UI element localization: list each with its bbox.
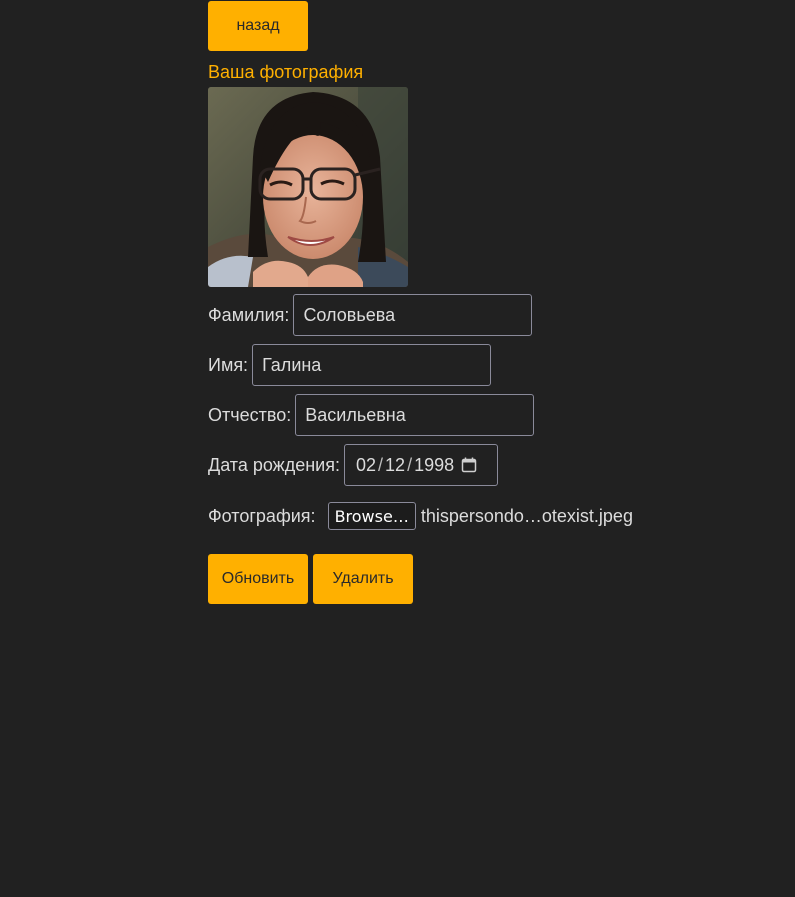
birth-date-label: Дата рождения: bbox=[208, 454, 340, 475]
birth-year[interactable]: 1998 bbox=[414, 455, 454, 476]
first-name-row: Имя: Галина bbox=[208, 344, 492, 386]
update-button[interactable]: Обновить bbox=[208, 554, 308, 604]
last-name-row: Фамилия: Соловьева bbox=[208, 294, 533, 336]
first-name-label: Имя: bbox=[208, 354, 249, 375]
first-name-input[interactable]: Галина bbox=[252, 344, 492, 386]
patronymic-row: Отчество: Васильевна bbox=[208, 394, 535, 436]
photo-upload-row: Фотография: Browse… thispersondo…otexist… bbox=[208, 502, 633, 530]
patronymic-label: Отчество: bbox=[208, 404, 292, 425]
photo-upload-label: Фотография: bbox=[208, 505, 316, 526]
patronymic-input[interactable]: Васильевна bbox=[295, 394, 535, 436]
profile-photo bbox=[208, 87, 408, 287]
calendar-icon[interactable] bbox=[461, 457, 477, 473]
profile-photo-image bbox=[208, 87, 408, 287]
date-separator: / bbox=[378, 454, 384, 475]
birth-date-row: Дата рождения: 02 / 12 / 1998 bbox=[208, 444, 498, 486]
date-separator: / bbox=[407, 454, 413, 475]
birth-date-input[interactable]: 02 / 12 / 1998 bbox=[343, 444, 498, 486]
last-name-input[interactable]: Соловьева bbox=[293, 294, 533, 336]
last-name-label: Фамилия: bbox=[208, 304, 290, 325]
selected-file-name: thispersondo…otexist.jpeg bbox=[420, 505, 633, 526]
birth-day[interactable]: 12 bbox=[385, 455, 405, 476]
back-button[interactable]: назад bbox=[208, 1, 308, 51]
photo-heading: Ваша фотография bbox=[208, 62, 364, 82]
birth-month[interactable]: 02 bbox=[356, 455, 376, 476]
browse-button[interactable]: Browse… bbox=[327, 502, 416, 530]
form-actions: Обновить Удалить bbox=[208, 554, 413, 604]
delete-button[interactable]: Удалить bbox=[313, 554, 413, 604]
